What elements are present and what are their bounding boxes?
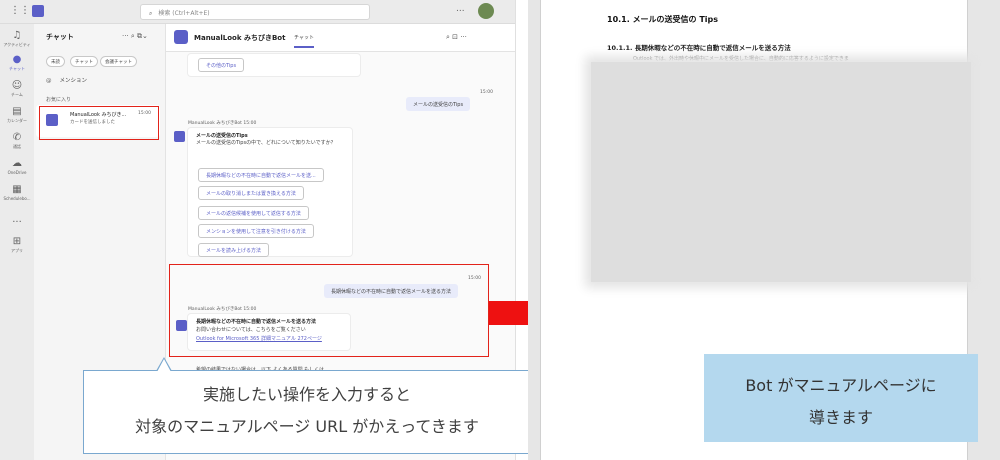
rail-item-chat[interactable]: ● チャット [0, 54, 34, 72]
search-placeholder: 検索 (Ctrl+Alt+E) [158, 10, 210, 17]
filter-unread[interactable]: 未読 [46, 56, 65, 67]
filter-meeting-chat[interactable]: 会議チャット [100, 56, 137, 67]
other-tips-button[interactable]: その他のTips [198, 58, 245, 72]
user-message: メールの送受信のTips [406, 97, 471, 111]
subsection-heading: 10.1.1. 長期休暇などの不在時に自動で返信メールを送る方法 [607, 44, 791, 52]
chat-list-title: チャット [46, 33, 74, 41]
more-options-icon[interactable]: ... [456, 4, 465, 14]
highlight-frame [39, 106, 159, 140]
info-box: Bot がマニュアルページに 導きます [704, 354, 978, 442]
teams-logo-icon [32, 5, 44, 17]
rail-item-teams[interactable]: ☺ チーム [0, 80, 34, 98]
bot-card-top: その他のTips [188, 54, 360, 76]
title-bar: ⋮⋮⋮ ⌕ 検索 (Ctrl+Alt+E) ... [0, 0, 515, 24]
info-box-line1: Bot がマニュアルページに [745, 376, 937, 395]
filter-chat[interactable]: チャット [70, 56, 98, 67]
body-text: Outlook では、外出時や休暇中にメールを受信した場合に、自動的に応答するよ… [633, 56, 849, 62]
bot-avatar-icon [174, 131, 185, 142]
at-icon: @ [46, 78, 52, 84]
highlight-frame [169, 264, 489, 357]
rail-item-apps[interactable]: ⊞ アプリ [0, 236, 34, 254]
section-heading: 10.1. メールの送受信の Tips [607, 15, 719, 24]
rail-item-calendar[interactable]: ▤ カレンダー [0, 106, 34, 124]
chat-list-actions-icon[interactable]: ··· ⌕ ⧉⌄ [122, 32, 148, 41]
bot-icon [174, 30, 188, 44]
bot-card-tips: メールの送受信のTips メールの送受信のTipsの中で、どれについて知りたいで… [188, 128, 352, 257]
chat-header-actions-icon[interactable]: ⌕ ⊡ ··· [446, 33, 467, 42]
blurred-content [591, 62, 971, 282]
more-icon: ... [12, 214, 22, 225]
option-button[interactable]: 長期休暇などの不在時に自動で返信メールを送... [198, 168, 324, 182]
rail-item-onedrive[interactable]: ☁ OneDrive [0, 158, 34, 175]
chat-title: ManualLook みちびきBot [194, 34, 286, 42]
bell-icon: ♫ [12, 30, 22, 41]
callout-box: 実施したい操作を入力すると 対象のマニュアルページ URL がかえってきます [83, 357, 529, 454]
option-button[interactable]: メールの返信候補を使用して返信する方法 [198, 206, 309, 220]
rail-item-schedulebot[interactable]: ▦ Schedulebo... [0, 184, 34, 201]
info-box-line2: 導きます [808, 408, 873, 427]
app-rail: ♫ アクティビティ ● チャット ☺ チーム ▤ カレンダー ✆ 通話 ☁ OneDrive… [0, 24, 34, 460]
card-subtitle: メールの送受信のTipsの中で、どれについて知りたいですか？ [196, 140, 336, 146]
callout-line2: 対象のマニュアルページ URL がかえってきます [135, 417, 479, 436]
apps-icon: ⊞ [12, 236, 22, 247]
schedule-icon: ▦ [12, 184, 22, 195]
rail-item-activity[interactable]: ♫ アクティビティ [0, 30, 34, 48]
option-button[interactable]: メンションを使用して注意を引き付ける方法 [198, 224, 314, 238]
cloud-icon: ☁ [12, 158, 22, 169]
rail-item-calls[interactable]: ✆ 通話 [0, 132, 34, 150]
tab-chat[interactable]: チャット [294, 34, 314, 48]
card-title: メールの送受信のTips [196, 133, 248, 139]
message-time: 15:00 [480, 90, 493, 95]
chat-icon: ● [12, 54, 22, 65]
teams-icon: ☺ [11, 80, 23, 91]
callout-line1: 実施したい操作を入力すると [202, 385, 411, 404]
phone-icon: ✆ [12, 132, 22, 143]
search-icon: ⌕ [149, 10, 153, 17]
option-button[interactable]: メールの取り消しまたは置き換える方法 [198, 186, 304, 200]
mention-item[interactable]: @ メンション [46, 76, 87, 84]
search-input[interactable]: ⌕ 検索 (Ctrl+Alt+E) [140, 4, 370, 20]
chat-header: ManualLook みちびきBot チャット ⌕ ⊡ ··· [166, 24, 515, 52]
rail-item-more[interactable]: ... [0, 214, 34, 226]
avatar[interactable] [478, 3, 494, 19]
bot-sender: ManualLook みちびきBot 15:00 [188, 121, 257, 126]
calendar-icon: ▤ [12, 106, 22, 117]
favorites-header[interactable]: お気に入り [46, 96, 71, 103]
option-button[interactable]: メールを読み上げる方法 [198, 243, 270, 257]
